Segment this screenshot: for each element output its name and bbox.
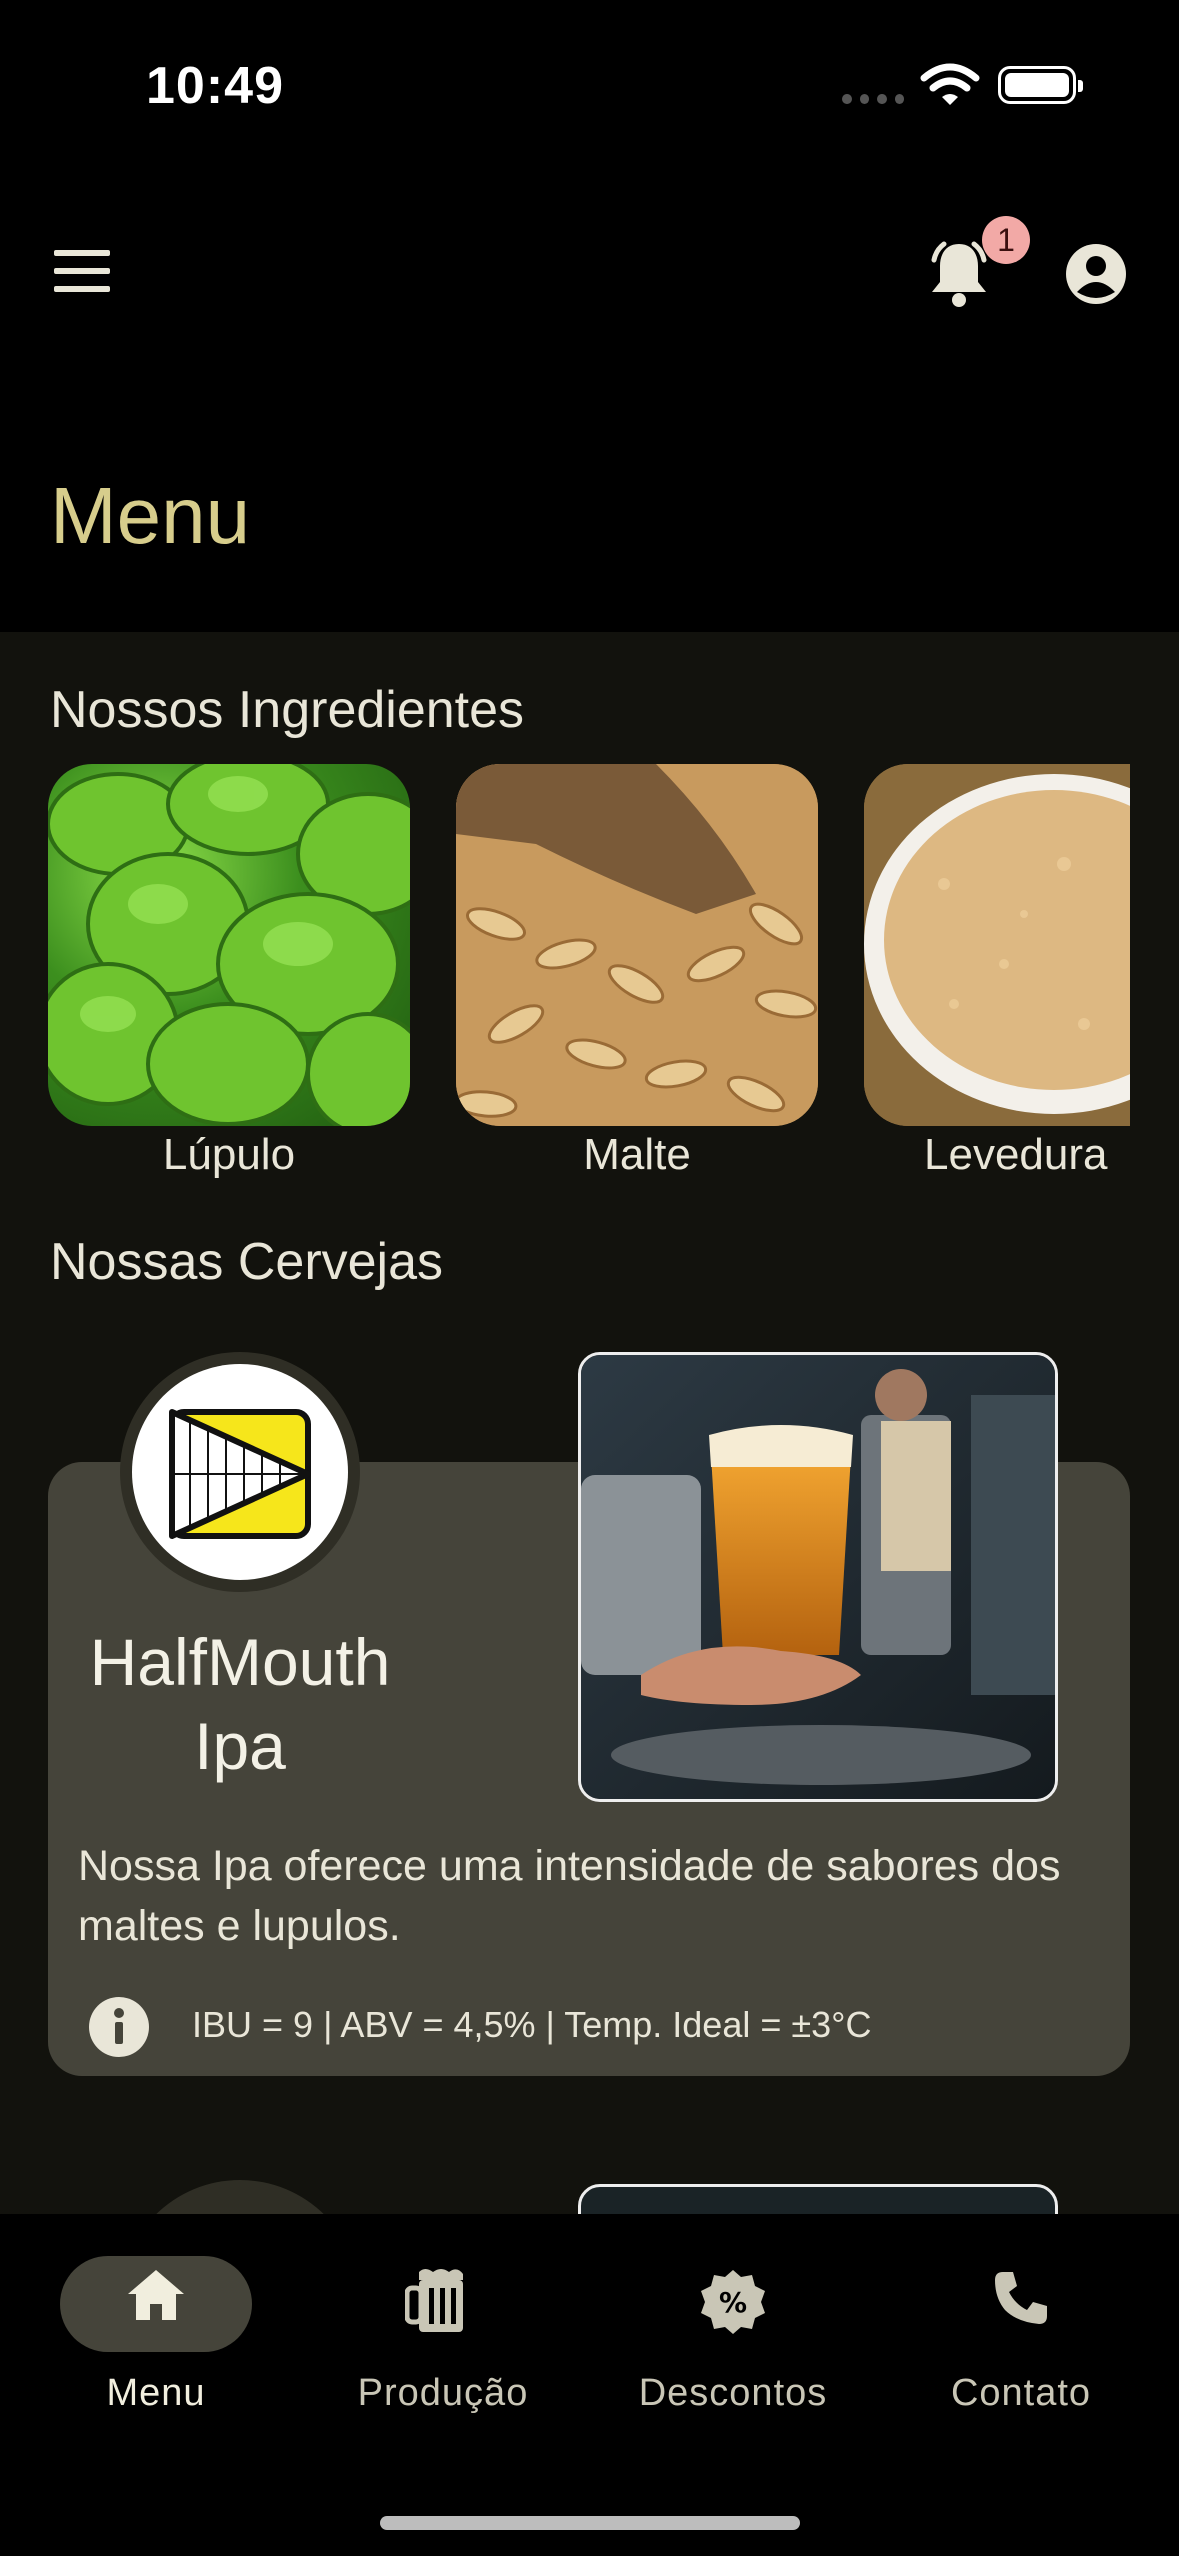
ingredient-card-levedura[interactable] (864, 764, 1130, 1126)
battery-icon (998, 66, 1083, 104)
svg-text:%: % (719, 2286, 747, 2319)
page-title: Menu (50, 471, 251, 560)
ingredients-section-title: Nossos Ingredientes (50, 681, 525, 739)
beer-name: HalfMouth Ipa (60, 1620, 420, 1788)
ingredient-card-lupulo[interactable] (48, 764, 410, 1126)
beer-description: Nossa Ipa oferece uma intensidade de sab… (78, 1842, 1061, 1950)
home-indicator[interactable] (380, 2516, 800, 2530)
beer-mug-icon (405, 2269, 463, 2332)
ingredient-label-malte: Malte (583, 1130, 691, 1179)
halfmouth-logo-icon (169, 1409, 311, 1539)
beer-photo (578, 1352, 1058, 1802)
nav-label-producao: Produção (357, 2372, 529, 2414)
ingredient-label-lupulo: Lúpulo (162, 1130, 296, 1179)
nav-item-contato[interactable]: Contato (891, 2250, 1151, 2414)
nav-item-menu[interactable]: Menu (26, 2250, 286, 2414)
beer-stats: IBU = 9 | ABV = 4,5% | Temp. Ideal = ±3°… (192, 2004, 872, 2045)
menu-drawer-button[interactable] (54, 250, 114, 296)
info-icon[interactable] (88, 1996, 150, 2058)
cellular-signal-icon (842, 94, 904, 104)
nav-item-producao[interactable]: Produção (313, 2250, 573, 2414)
beer-glass-image (581, 1355, 1055, 1799)
discount-icon: % (701, 2270, 765, 2334)
status-time: 10:49 (146, 57, 284, 115)
yeast-image (864, 764, 1130, 1126)
home-icon (128, 2270, 184, 2320)
beer-name-line1: HalfMouth (89, 1625, 391, 1699)
beers-section-title: Nossas Cervejas (50, 1233, 444, 1291)
beer-logo (132, 1364, 348, 1580)
wifi-icon (920, 63, 980, 105)
nav-label-descontos: Descontos (638, 2372, 828, 2414)
nav-label-menu: Menu (106, 2372, 206, 2414)
notification-badge: 1 (982, 216, 1030, 264)
phone-icon (995, 2272, 1047, 2324)
ingredient-label-levedura: Levedura (924, 1130, 1108, 1179)
hops-image (48, 764, 410, 1126)
ingredient-card-malte[interactable] (456, 764, 818, 1126)
beer-name-line2: Ipa (194, 1709, 286, 1783)
malt-image (456, 764, 818, 1126)
nav-item-descontos[interactable]: % Descontos (603, 2250, 863, 2414)
nav-label-contato: Contato (950, 2372, 1092, 2414)
account-icon[interactable] (1064, 242, 1128, 306)
